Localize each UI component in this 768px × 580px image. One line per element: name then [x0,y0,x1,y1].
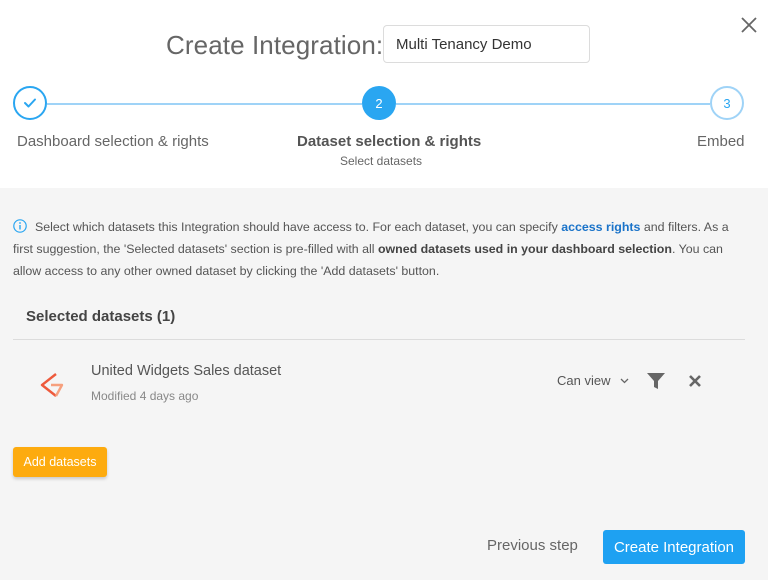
info-text-bold: owned datasets used in your dashboard se… [377,242,672,256]
stepper: 2 3 Dashboard selection & rights Dataset… [0,86,768,176]
step-3-circle[interactable]: 3 [710,86,744,120]
access-rights-dropdown[interactable]: Can view [557,373,629,388]
dataset-name: United Widgets Sales dataset [91,363,282,379]
step-2-sublabel: Select datasets [340,154,423,168]
modal-header: Create Integration: 2 3 Dashboard select… [0,0,768,188]
dataset-logo-icon [40,373,64,397]
check-icon [24,98,36,108]
step-3-label: Embed [697,133,745,150]
access-rights-link[interactable]: access rights [561,220,640,234]
filter-icon[interactable] [646,372,666,390]
dataset-modified: Modified 4 days ago [91,389,199,403]
step-2-number: 2 [375,95,383,111]
step-1-circle[interactable] [13,86,47,120]
step-connector-1 [47,103,362,105]
add-datasets-button[interactable]: Add datasets [13,447,107,477]
step-1-label: Dashboard selection & rights [17,133,209,150]
info-text-part1: Select which datasets this Integration s… [35,220,562,234]
info-icon [13,219,27,233]
chevron-down-icon [621,378,629,384]
step-2-label: Dataset selection & rights [297,133,482,150]
access-rights-value: Can view [557,373,611,388]
step-2-circle[interactable]: 2 [362,86,396,120]
title-row: Create Integration: [0,24,768,66]
step-connector-2 [396,103,710,105]
step-3-number: 3 [723,95,731,111]
integration-name-input[interactable] [383,25,590,63]
info-text: Select which datasets this Integration s… [13,216,749,282]
section-divider [13,339,745,340]
create-integration-button[interactable]: Create Integration [603,530,745,564]
page-title: Create Integration: [166,30,384,60]
dataset-row: United Widgets Sales dataset Modified 4 … [13,341,745,421]
selected-datasets-title: Selected datasets (1) [26,308,176,325]
remove-icon[interactable] [688,374,702,388]
previous-step-button[interactable]: Previous step [487,537,578,554]
